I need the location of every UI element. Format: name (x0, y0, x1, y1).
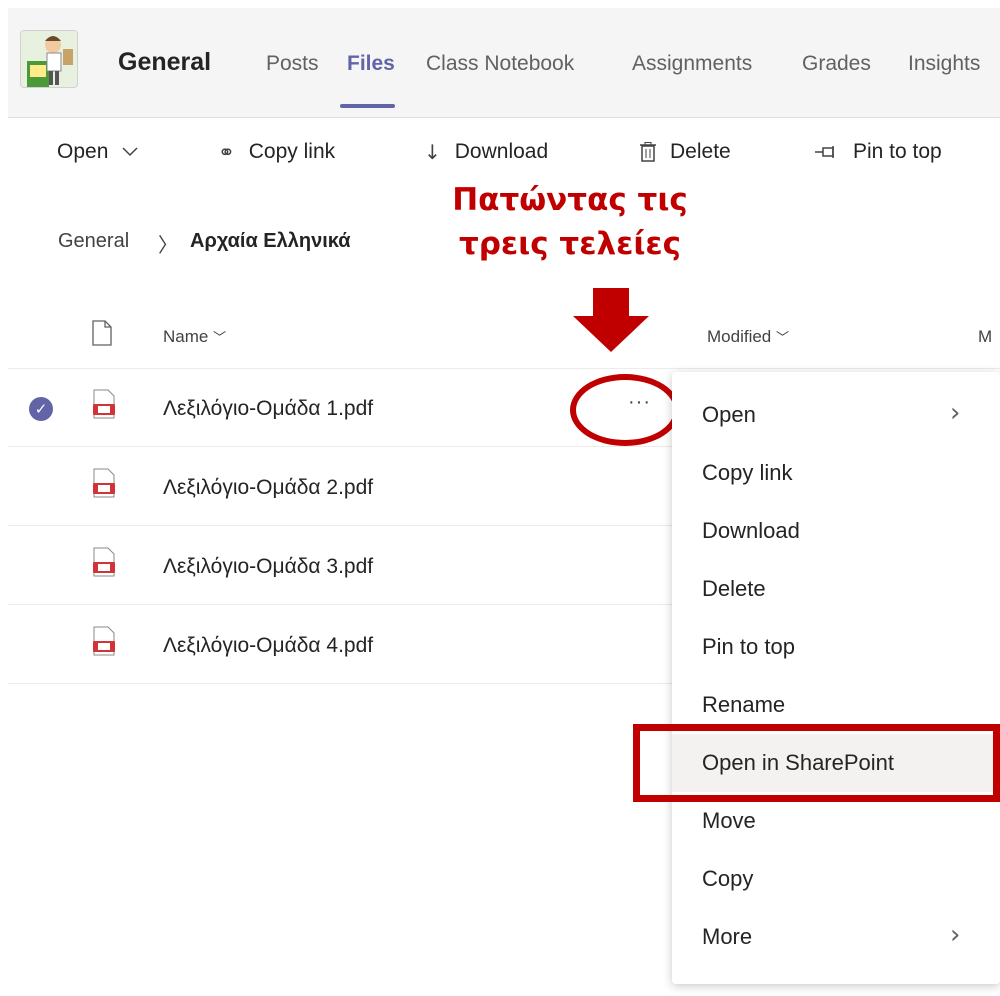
chevron-right-icon: › (950, 920, 961, 950)
pdf-file-icon (93, 468, 115, 498)
team-logo[interactable] (20, 30, 78, 88)
breadcrumb-separator-icon: 〉 (158, 233, 178, 257)
annotation-highlight-box (633, 724, 1000, 802)
menu-item-label: Open (702, 402, 756, 427)
file-name[interactable]: Λεξιλόγιο-Ομάδα 2.pdf (163, 476, 373, 500)
menu-item-download[interactable]: Download (672, 502, 1000, 560)
column-header-name[interactable]: Name ﹀ (163, 327, 226, 347)
column-header-modified[interactable]: Modified ﹀ (707, 327, 789, 347)
file-type-column-icon (92, 320, 112, 346)
checkmark-icon[interactable]: ✓ (29, 397, 53, 421)
menu-item-label: Rename (702, 692, 786, 717)
annotation-text: Πατώντας τις τρεις τελείες (420, 178, 720, 266)
menu-item-label: More (702, 924, 753, 949)
toolbar-copy-link-button[interactable]: ⚭ Copy link (218, 140, 335, 164)
download-icon: ↓ (424, 140, 441, 164)
toolbar-open-button[interactable]: Open (57, 140, 138, 164)
menu-item-copy[interactable]: Copy (672, 850, 1000, 908)
file-name[interactable]: Λεξιλόγιο-Ομάδα 3.pdf (163, 555, 373, 579)
annotation-arrow-head (573, 316, 649, 352)
tab-grades[interactable]: Grades (802, 52, 871, 76)
toolbar-open-label: Open (57, 140, 109, 163)
menu-item-pin-to-top[interactable]: Pin to top (672, 618, 1000, 676)
toolbar-pin-label: Pin to top (853, 140, 942, 163)
toolbar-copy-link-label: Copy link (248, 140, 336, 163)
annotation-circle (570, 374, 680, 446)
annotation-arrow-icon (593, 288, 629, 318)
menu-item-delete[interactable]: Delete (672, 560, 1000, 618)
toolbar-delete-button[interactable]: Delete (640, 140, 731, 164)
menu-item-open[interactable]: Open › (672, 386, 1000, 444)
context-menu: Open › Copy link Download Delete Pin to … (672, 372, 1000, 984)
file-name[interactable]: Λεξιλόγιο-Ομάδα 4.pdf (163, 634, 373, 658)
file-name[interactable]: Λεξιλόγιο-Ομάδα 1.pdf (163, 397, 373, 421)
menu-item-more[interactable]: More › (672, 908, 1000, 966)
pin-icon (815, 146, 834, 158)
trash-icon (640, 142, 656, 162)
chevron-down-icon (122, 147, 138, 157)
pdf-file-icon (93, 389, 115, 419)
tab-class-notebook[interactable]: Class Notebook (426, 52, 574, 76)
breadcrumb-root[interactable]: General (58, 230, 129, 253)
annotation-line-2: τρεις τελείες (458, 226, 682, 262)
pdf-file-icon (93, 547, 115, 577)
tab-assignments[interactable]: Assignments (632, 52, 752, 76)
channel-name: General (118, 48, 212, 76)
column-name-label: Name (163, 327, 209, 346)
toolbar-download-label: Download (454, 140, 549, 163)
menu-item-label: Download (702, 518, 800, 543)
pdf-file-icon (93, 626, 115, 656)
active-tab-indicator (340, 104, 395, 108)
annotation-line-1: Πατώντας τις (452, 182, 688, 218)
tab-files[interactable]: Files (347, 52, 395, 76)
toolbar-delete-label: Delete (670, 140, 731, 163)
menu-item-label: Move (702, 808, 756, 833)
menu-item-label: Delete (702, 576, 766, 601)
toolbar-pin-button[interactable]: Pin to top (815, 140, 942, 164)
column-header-modified-by[interactable]: M (978, 327, 992, 347)
menu-item-label: Pin to top (702, 634, 795, 659)
tab-insights[interactable]: Insights (908, 52, 980, 76)
chevron-right-icon: › (950, 398, 961, 428)
breadcrumb-current: Αρχαία Ελληνικά (190, 230, 351, 252)
channel-header: General Posts Files Class Notebook Assig… (8, 8, 1000, 118)
menu-item-label: Copy (702, 866, 754, 891)
tab-posts[interactable]: Posts (266, 52, 319, 76)
chevron-down-icon: ﹀ (776, 331, 790, 346)
menu-item-label: Copy link (702, 460, 793, 485)
menu-item-copy-link[interactable]: Copy link (672, 444, 1000, 502)
toolbar-download-button[interactable]: ↓ Download (424, 140, 548, 164)
chevron-down-icon: ﹀ (213, 331, 227, 346)
link-icon: ⚭ (218, 140, 235, 164)
column-modified-label: Modified (707, 327, 772, 346)
